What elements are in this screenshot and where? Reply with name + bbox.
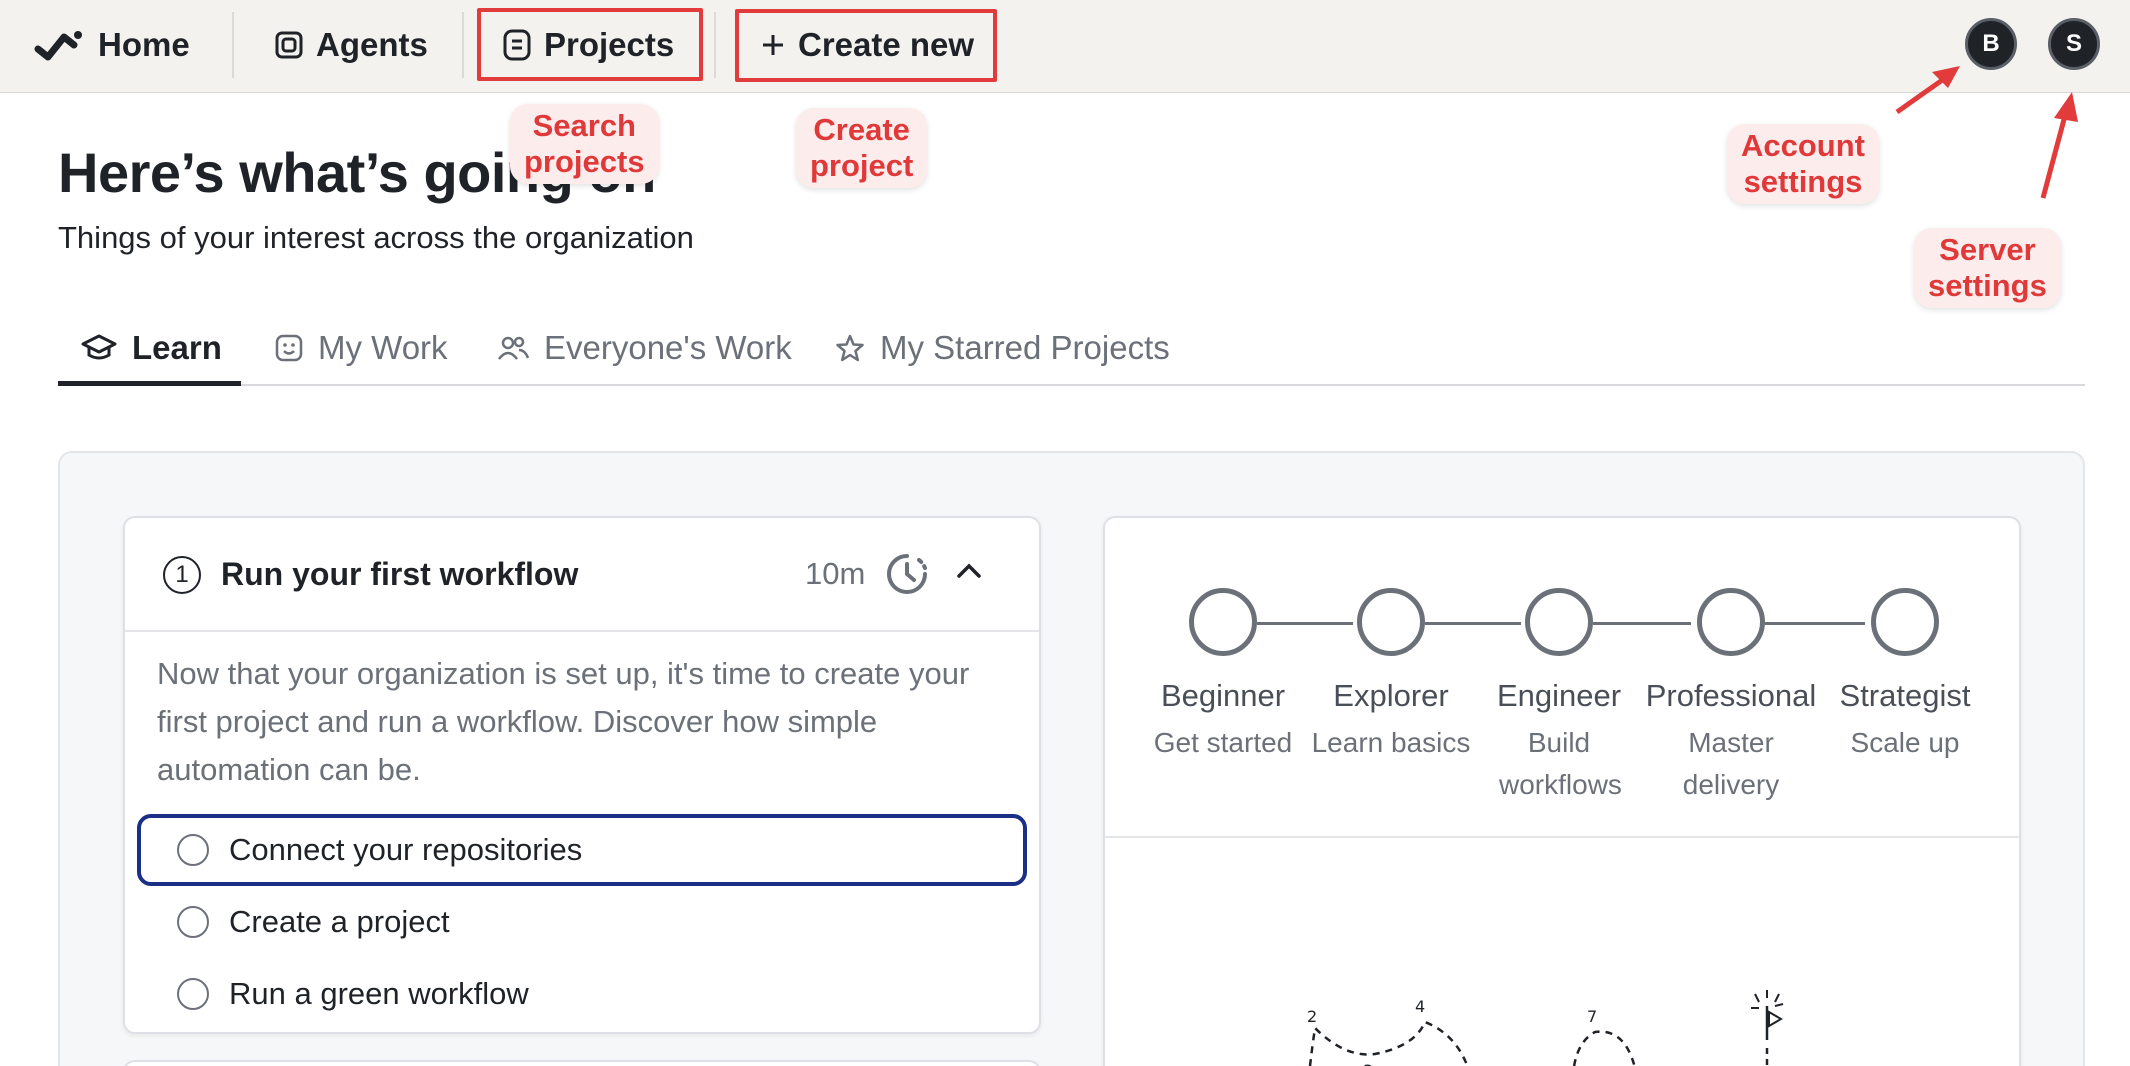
level-progress: Beginner Explorer Engineer Professional … xyxy=(1105,518,2019,838)
clock-icon xyxy=(885,552,929,601)
step-card: 1 Run your first workflow 10m Now that y… xyxy=(123,516,1041,1034)
level-name: Strategist xyxy=(1839,678,1971,713)
level-circle-beginner xyxy=(1189,588,1257,656)
chevron-up-icon[interactable] xyxy=(955,560,983,585)
tab-my-starred-label: My Starred Projects xyxy=(880,329,1170,366)
smiley-icon xyxy=(274,333,304,363)
level-name: Professional xyxy=(1645,678,1817,713)
task-run-green-workflow[interactable]: Run a green workflow xyxy=(137,958,1027,1030)
step-card-header[interactable]: 1 Run your first workflow 10m xyxy=(125,518,1039,632)
tab-learn-label: Learn xyxy=(132,329,222,366)
level-description: Learn basics xyxy=(1311,727,1471,758)
level-description: Master delivery xyxy=(1682,727,1780,800)
level-connector xyxy=(1765,622,1865,625)
radio-icon[interactable] xyxy=(177,834,209,866)
next-step-card xyxy=(123,1060,1041,1066)
task-label: Create a project xyxy=(229,904,450,939)
task-connect-repositories[interactable]: Connect your repositories xyxy=(137,814,1027,886)
people-icon xyxy=(496,333,530,363)
path-number: 4 xyxy=(1415,997,1425,1016)
level-circle-explorer xyxy=(1357,588,1425,656)
active-tab-indicator xyxy=(58,381,241,386)
level-description: Scale up xyxy=(1850,727,1960,758)
level-connector xyxy=(1257,622,1353,625)
path-number: 3 xyxy=(1363,1061,1373,1066)
task-create-project[interactable]: Create a project xyxy=(137,886,1027,958)
level-description: Get started xyxy=(1153,727,1293,758)
tab-bar: Learn My Work Everyone's Work My Starred… xyxy=(58,310,2085,386)
path-number: 7 xyxy=(1587,1007,1597,1026)
tab-learn[interactable]: Learn xyxy=(80,310,222,386)
tab-everyones-work[interactable]: Everyone's Work xyxy=(496,310,792,386)
level-name: Engineer xyxy=(1496,678,1622,713)
step-time: 10m xyxy=(805,556,866,591)
radio-icon[interactable] xyxy=(177,978,209,1010)
level-description: Build workflows xyxy=(1499,727,1622,800)
step-number-badge: 1 xyxy=(163,556,201,594)
level-circle-engineer xyxy=(1525,588,1593,656)
tab-everyones-work-label: Everyone's Work xyxy=(544,329,792,366)
task-label: Connect your repositories xyxy=(229,832,583,867)
path-number: 2 xyxy=(1307,1007,1317,1026)
step-description: Now that your organization is set up, it… xyxy=(157,656,970,787)
level-circle-strategist xyxy=(1871,588,1939,656)
step-title: Run your first workflow xyxy=(221,556,579,592)
radio-icon[interactable] xyxy=(177,906,209,938)
level-name: Explorer xyxy=(1333,678,1449,713)
tab-my-starred-projects[interactable]: My Starred Projects xyxy=(834,310,1170,386)
task-label: Run a green workflow xyxy=(229,976,529,1011)
graduation-cap-icon xyxy=(80,333,118,363)
level-name: Beginner xyxy=(1160,678,1286,713)
level-connector xyxy=(1425,622,1521,625)
flag-icon xyxy=(1751,990,1784,1066)
learning-path-illustration: 2 3 4 7 xyxy=(1307,990,1784,1066)
level-circle-professional xyxy=(1697,588,1765,656)
star-icon xyxy=(834,333,866,363)
tab-my-work-label: My Work xyxy=(318,329,448,366)
annotation-arrows xyxy=(1895,66,2078,199)
tab-my-work[interactable]: My Work xyxy=(274,310,448,386)
level-connector xyxy=(1593,622,1691,625)
learning-path-card: Beginner Explorer Engineer Professional … xyxy=(1103,516,2021,1066)
